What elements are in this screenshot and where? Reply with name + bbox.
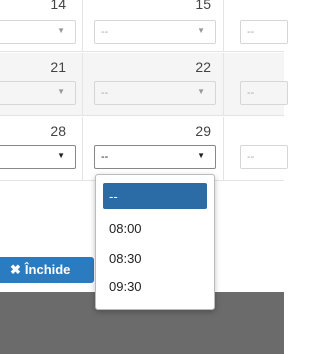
dropdown-option[interactable]: 08:00 [103,219,207,239]
time-select[interactable]: ▼ [0,81,76,105]
time-select[interactable]: ▼ [0,20,76,44]
day-number: 22 [195,59,211,75]
day-cell: -- [224,0,288,51]
chevron-down-icon: ▼ [57,26,65,35]
time-select-value: -- [247,87,255,99]
calendar-grid: 14 ▼ 15 -- ▼ -- 21 ▼ 22 -- ▼ -- 28 ▼ 29 … [0,0,288,182]
day-cell: 14 ▼ [0,0,83,51]
time-select[interactable]: -- [240,20,288,44]
day-cell: -- [224,53,288,115]
time-select[interactable]: ▼ [0,145,76,169]
time-select[interactable]: -- [240,145,288,169]
chevron-down-icon: ▼ [197,151,205,160]
day-cell: -- [224,117,288,180]
time-select-value: -- [247,26,255,38]
day-number: 15 [195,0,211,12]
time-select-value: -- [247,151,255,163]
dropdown-option[interactable]: 08:30 [103,249,207,269]
chevron-down-icon: ▼ [57,151,65,160]
time-select-value: -- [101,26,109,38]
day-cell: 22 -- ▼ [83,53,224,115]
day-number: 21 [50,59,66,75]
day-number: 29 [195,123,211,139]
time-select[interactable]: -- ▼ [94,20,216,44]
time-select[interactable]: -- [240,81,288,105]
dropdown-option[interactable]: -- [103,183,207,209]
day-cell: 21 ▼ [0,53,83,115]
day-cell: 15 -- ▼ [83,0,224,51]
time-select-open[interactable]: -- ▼ [94,145,216,169]
week-row: 14 ▼ 15 -- ▼ -- [0,0,288,52]
day-number: 28 [50,123,66,139]
day-number: 14 [50,0,66,12]
dropdown-option[interactable]: 09:30 [103,277,207,297]
time-dropdown-list: -- 08:00 08:30 09:30 [95,174,215,310]
day-cell: 28 ▼ [0,117,83,180]
chevron-down-icon: ▼ [197,26,205,35]
week-row: 28 ▼ 29 -- ▼ -- [0,117,288,181]
time-select[interactable]: -- ▼ [94,81,216,105]
close-button[interactable]: ✖ Închide [0,257,94,283]
time-select-value: -- [101,87,109,99]
time-select-value: -- [101,151,109,163]
chevron-down-icon: ▼ [57,87,65,96]
week-row: 21 ▼ 22 -- ▼ -- [0,53,288,116]
chevron-down-icon: ▼ [197,87,205,96]
close-button-label: Închide [24,262,71,277]
day-cell: 29 -- ▼ [83,117,224,180]
close-icon: ✖ [10,262,21,277]
